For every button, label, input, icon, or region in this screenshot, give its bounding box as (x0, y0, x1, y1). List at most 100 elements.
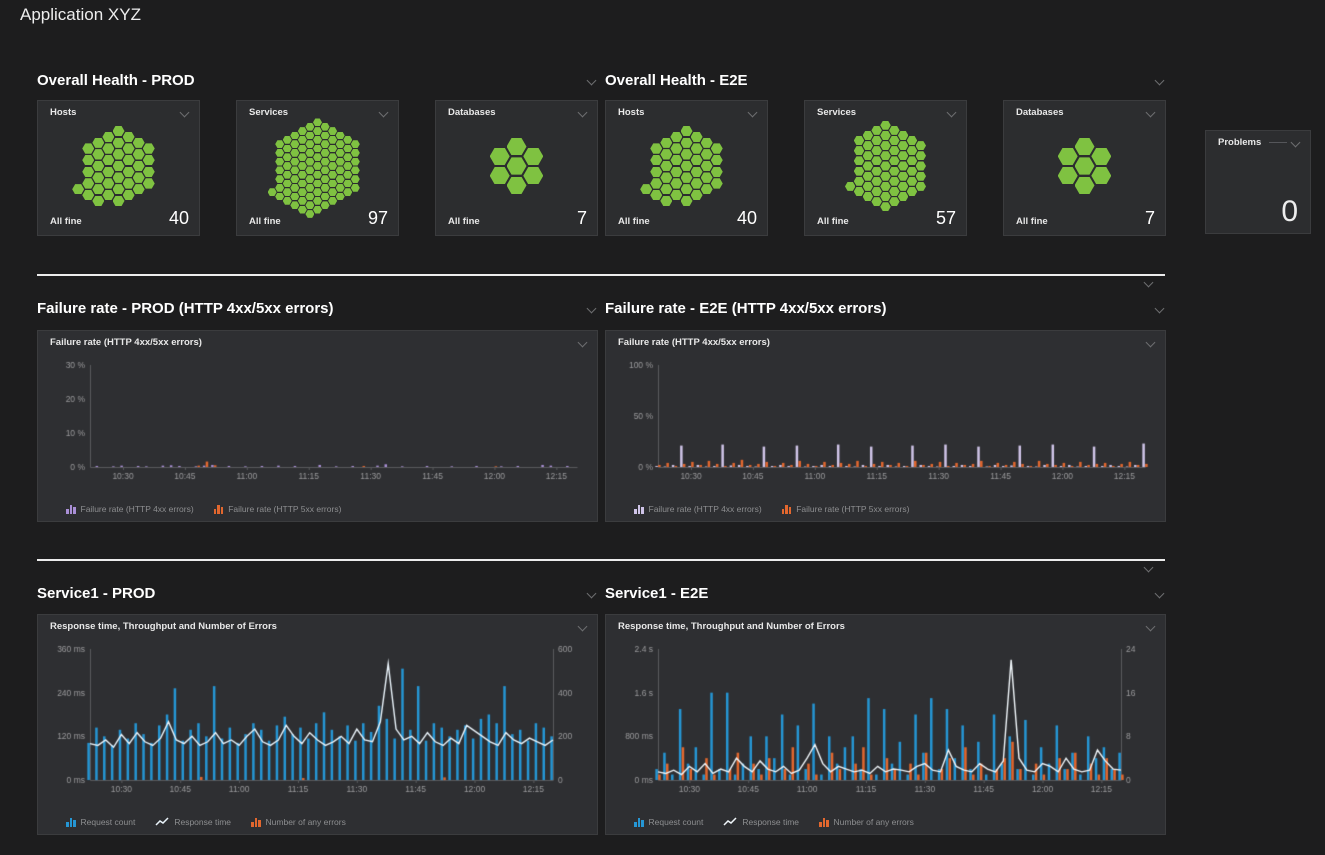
health-tile-services-e2e[interactable]: Services All fine57 (804, 100, 967, 236)
legend-item[interactable]: Number of any errors (819, 817, 914, 827)
healthy-hexagon (711, 178, 723, 188)
healthy-hexagon (351, 184, 360, 192)
healthy-hexagon (523, 148, 543, 165)
legend-item[interactable]: Failure rate (HTTP 4xx errors) (634, 504, 762, 514)
chevron-down-icon[interactable] (1145, 622, 1157, 632)
status-text: All fine (448, 216, 480, 227)
legend-label: Response time (742, 817, 799, 827)
legend-item[interactable]: Response time (155, 817, 231, 827)
legend-item[interactable]: Failure rate (HTTP 4xx errors) (66, 504, 194, 514)
honeycomb-chart (245, 125, 390, 207)
healthy-hexagon (650, 143, 662, 153)
chevron-down-icon[interactable] (1143, 278, 1155, 288)
healthy-hexagon (670, 143, 682, 153)
healthy-hexagon (880, 131, 891, 140)
healthy-hexagon (701, 149, 713, 159)
healthy-hexagon (313, 188, 322, 196)
failure-rate-prod-chart[interactable] (44, 355, 591, 485)
chart-title: Response time, Throughput and Number of … (618, 621, 845, 632)
healthy-hexagon (123, 143, 135, 153)
service1-e2e-chart[interactable] (612, 639, 1159, 798)
healthy-hexagon (670, 155, 682, 165)
healthy-hexagon (660, 172, 672, 182)
healthy-hexagon (871, 197, 882, 206)
chevron-down-icon[interactable] (946, 108, 958, 118)
healthy-hexagon (113, 126, 125, 136)
healthy-hexagon (305, 140, 314, 148)
service1-prod-chart[interactable] (44, 639, 591, 798)
legend-item[interactable]: Request count (634, 817, 703, 827)
chevron-down-icon[interactable] (1154, 589, 1166, 599)
healthy-hexagon (275, 166, 284, 174)
chevron-down-icon[interactable] (1290, 138, 1302, 148)
health-tile-hosts-e2e[interactable]: Hosts All fine40 (605, 100, 768, 236)
legend-item[interactable]: Request count (66, 817, 135, 827)
healthy-hexagon (92, 138, 104, 148)
chevron-down-icon[interactable] (577, 108, 589, 118)
health-tile-services-prod[interactable]: Services All fine97 (236, 100, 399, 236)
chevron-down-icon[interactable] (378, 108, 390, 118)
chevron-down-icon[interactable] (586, 76, 598, 86)
healthy-hexagon (328, 188, 337, 196)
healthy-hexagon (854, 167, 865, 176)
healthy-hexagon (268, 188, 277, 196)
healthy-hexagon (113, 184, 125, 194)
healthy-hexagon (1058, 167, 1078, 184)
chevron-down-icon[interactable] (577, 338, 589, 348)
chevron-down-icon[interactable] (577, 622, 589, 632)
line-series-icon (723, 817, 737, 827)
healthy-hexagon (916, 151, 927, 160)
healthy-hexagon (102, 143, 114, 153)
healthy-hexagon (336, 184, 345, 192)
chevron-down-icon[interactable] (1145, 108, 1157, 118)
legend-label: Failure rate (HTTP 5xx errors) (228, 504, 341, 514)
healthy-hexagon (82, 190, 94, 200)
healthy-hexagon (133, 161, 145, 171)
status-text: All fine (1016, 216, 1048, 227)
health-tile-databases-e2e[interactable]: Databases All fine7 (1003, 100, 1166, 236)
legend-label: Number of any errors (834, 817, 914, 827)
chevron-down-icon[interactable] (1145, 338, 1157, 348)
chevron-down-icon[interactable] (1154, 304, 1166, 314)
chevron-down-icon[interactable] (179, 108, 191, 118)
healthy-hexagon (916, 141, 927, 150)
chevron-down-icon[interactable] (747, 108, 759, 118)
tile-title: Databases (1016, 107, 1064, 118)
healthy-hexagon (113, 161, 125, 171)
legend-item[interactable]: Response time (723, 817, 799, 827)
healthy-hexagon (336, 175, 345, 183)
healthy-hexagon (711, 143, 723, 153)
healthy-hexagon (898, 182, 909, 191)
healthy-hexagon (916, 161, 927, 170)
healthy-hexagon (880, 161, 891, 170)
healthy-hexagon (82, 143, 94, 153)
status-text: All fine (817, 216, 849, 227)
healthy-hexagon (133, 184, 145, 194)
chart-legend: Failure rate (HTTP 4xx errors) Failure ra… (66, 504, 341, 514)
legend-item[interactable]: Failure rate (HTTP 5xx errors) (782, 504, 910, 514)
chevron-down-icon[interactable] (586, 304, 598, 314)
legend-item[interactable]: Number of any errors (251, 817, 346, 827)
health-tile-hosts-prod[interactable]: Hosts All fine40 (37, 100, 200, 236)
healthy-hexagon (143, 178, 155, 188)
healthy-hexagon (701, 161, 713, 171)
chevron-down-icon[interactable] (1143, 563, 1155, 573)
healthy-hexagon (133, 172, 145, 182)
chevron-down-icon[interactable] (586, 589, 598, 599)
tile-title: Databases (448, 107, 496, 118)
healthy-hexagon (351, 158, 360, 166)
healthy-hexagon (863, 151, 874, 160)
honeycomb-chart (614, 125, 759, 207)
healthy-hexagon (92, 149, 104, 159)
healthy-hexagon (321, 175, 330, 183)
status-text: All fine (50, 216, 82, 227)
health-tile-databases-prod[interactable]: Databases All fine7 (435, 100, 598, 236)
healthy-hexagon (907, 167, 918, 176)
legend-item[interactable]: Failure rate (HTTP 5xx errors) (214, 504, 342, 514)
healthy-hexagon (283, 171, 292, 179)
failure-rate-e2e-chart[interactable] (612, 355, 1159, 485)
honeycomb-chart (444, 125, 589, 207)
chevron-down-icon[interactable] (1154, 76, 1166, 86)
problems-tile[interactable]: Problems 0 (1205, 130, 1311, 234)
healthy-hexagon (275, 193, 284, 201)
